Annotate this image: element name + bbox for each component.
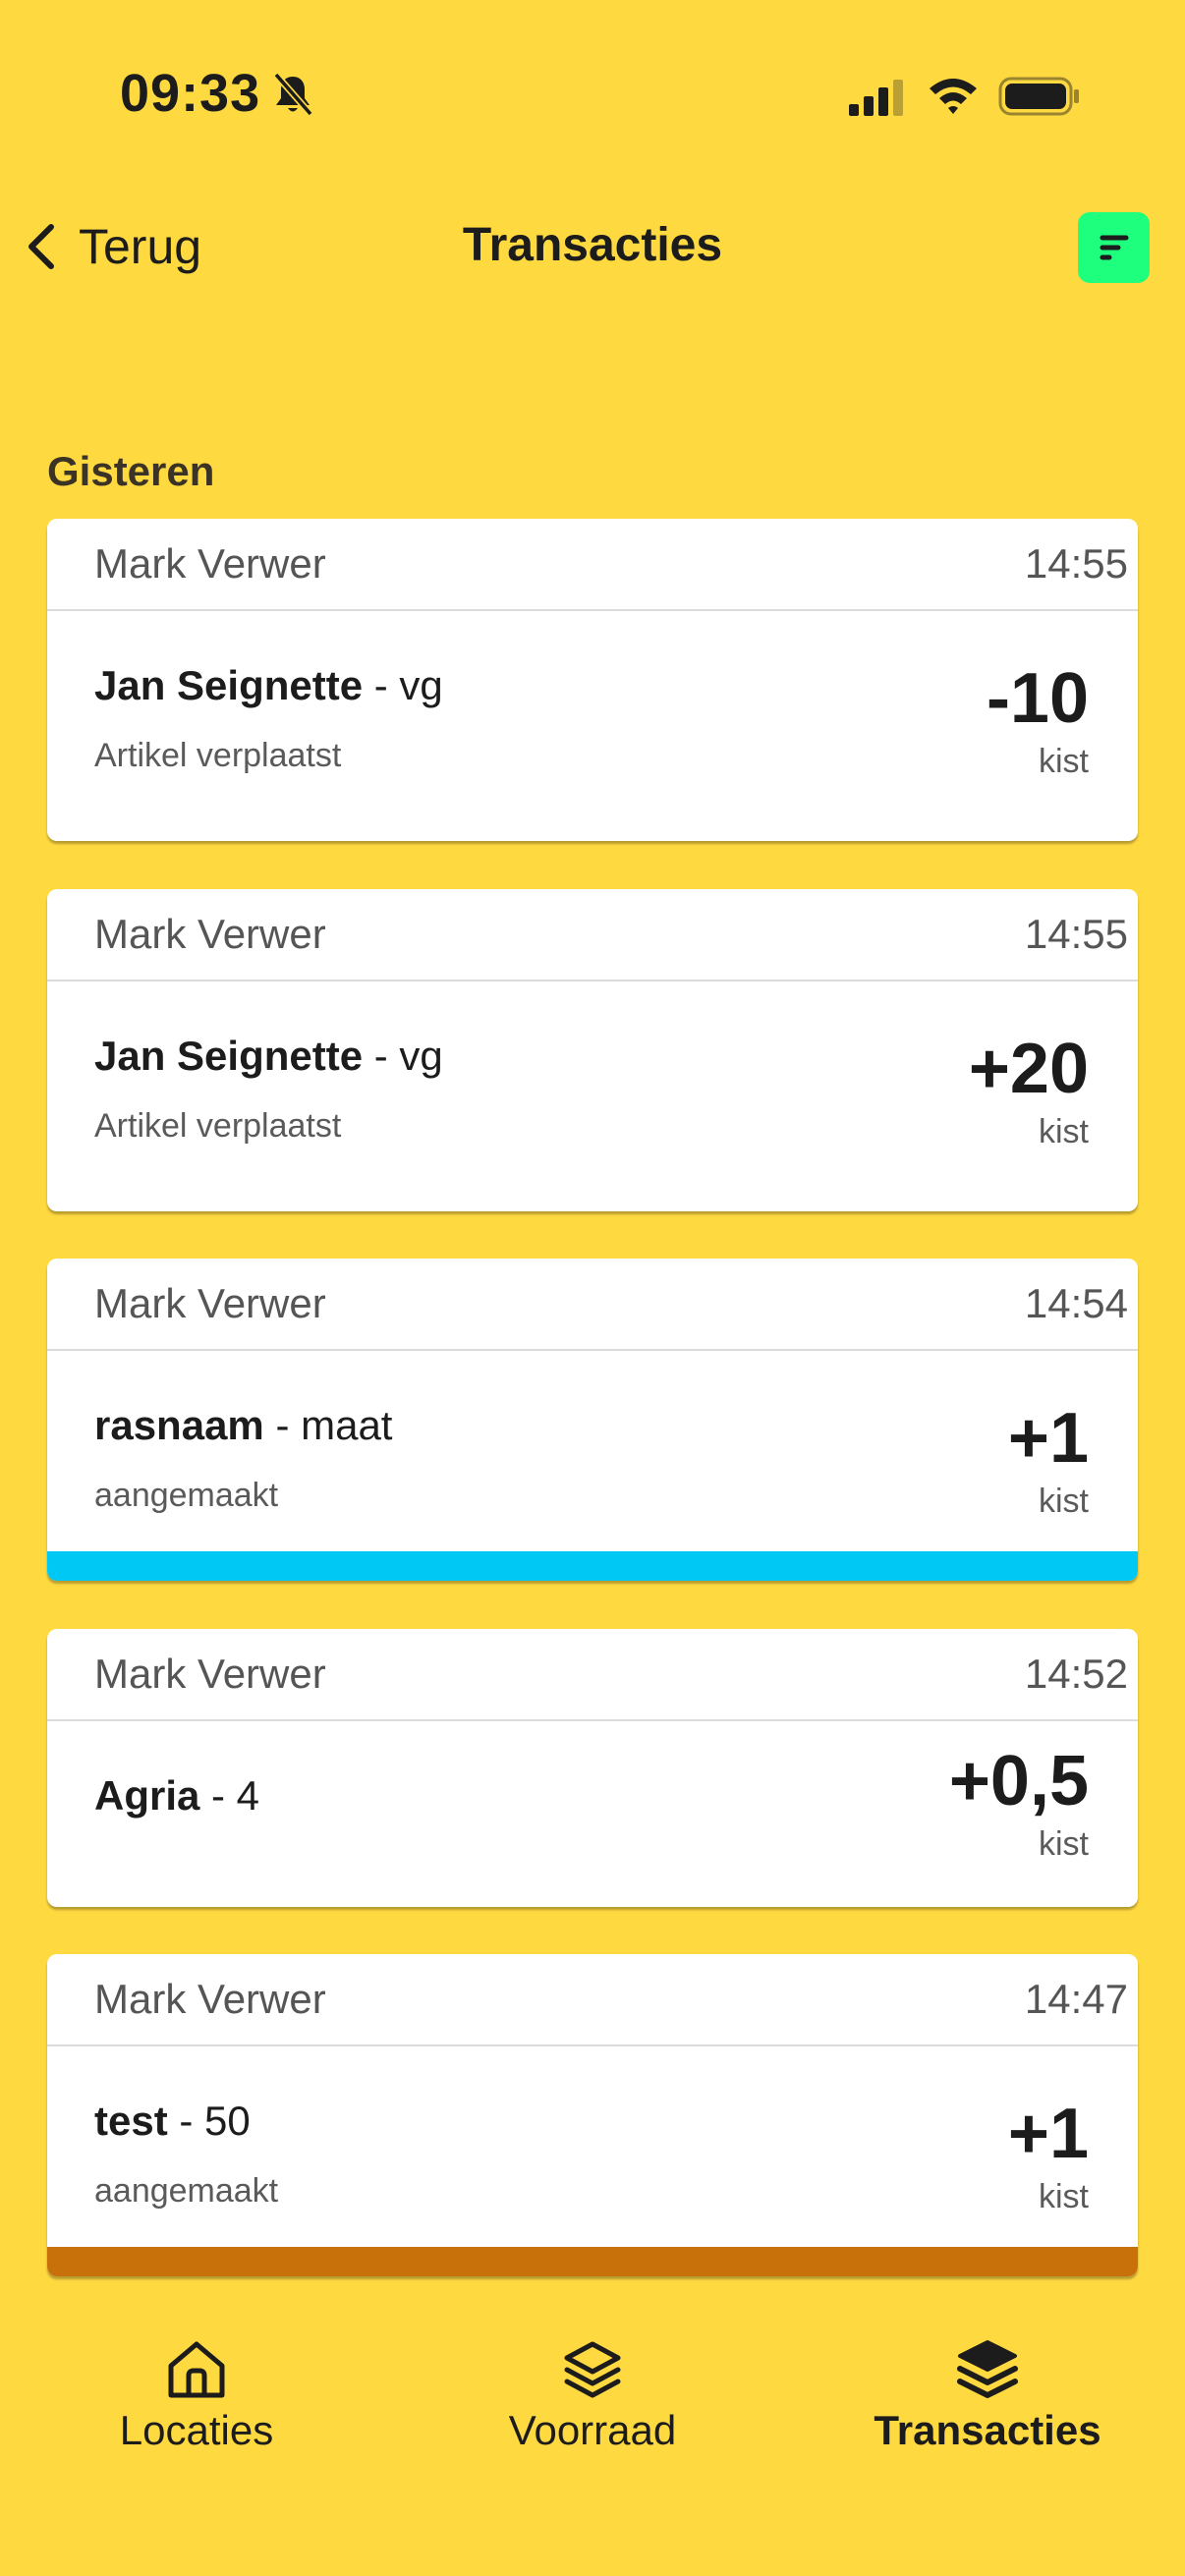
- card-amount: -10: [986, 659, 1089, 738]
- card-header: Mark Verwer 14:47: [47, 1954, 1138, 2046]
- tab-label: Transacties: [874, 2407, 1101, 2453]
- product-variant: - 50: [179, 2098, 251, 2144]
- card-header: Mark Verwer 14:55: [47, 889, 1138, 981]
- product-variant: - maat: [275, 1402, 393, 1448]
- product-variant: - vg: [373, 1033, 443, 1079]
- transaction-card[interactable]: Mark Verwer 14:52 Agria - 4 +0,5 kist: [47, 1629, 1138, 1907]
- card-unit: kist: [1039, 2178, 1089, 2215]
- card-time: 14:55: [1024, 540, 1128, 587]
- product-name: Jan Seignette: [94, 662, 364, 708]
- card-time: 14:47: [1024, 1976, 1128, 2022]
- bell-slash-icon: [273, 72, 313, 117]
- product-name: Agria: [94, 1772, 200, 1819]
- card-product: Agria - 4: [94, 1772, 259, 1820]
- card-unit: kist: [1039, 1825, 1089, 1863]
- card-product: test - 50: [94, 2098, 251, 2145]
- transaction-card[interactable]: Mark Verwer 14:47 test - 50 aangemaakt +…: [47, 1954, 1138, 2276]
- card-user: Mark Verwer: [94, 911, 326, 957]
- card-user: Mark Verwer: [94, 1280, 326, 1326]
- card-header: Mark Verwer 14:54: [47, 1259, 1138, 1351]
- battery-icon: [998, 77, 1079, 116]
- status-bar: 09:33: [0, 0, 1185, 196]
- card-amount: +1: [1007, 1399, 1089, 1478]
- tab-locaties[interactable]: Locaties: [49, 2336, 344, 2474]
- transaction-card[interactable]: Mark Verwer 14:54 rasnaam - maat aangema…: [47, 1259, 1138, 1581]
- card-user: Mark Verwer: [94, 540, 326, 587]
- home-icon: [168, 2341, 225, 2398]
- card-time: 14:55: [1024, 911, 1128, 957]
- card-time: 14:54: [1024, 1280, 1128, 1326]
- product-variant: - vg: [373, 662, 443, 708]
- card-action: aangemaakt: [94, 1477, 279, 1514]
- card-unit: kist: [1039, 743, 1089, 780]
- wifi-icon: [930, 79, 977, 114]
- card-action: Artikel verplaatst: [94, 1107, 342, 1145]
- card-header: Mark Verwer 14:55: [47, 519, 1138, 611]
- card-product: Jan Seignette - vg: [94, 1033, 443, 1080]
- status-time: 09:33: [120, 64, 261, 123]
- card-user: Mark Verwer: [94, 1976, 326, 2022]
- layers-icon: [564, 2341, 621, 2398]
- tab-voorraad[interactable]: Voorraad: [445, 2336, 740, 2474]
- tab-label: Voorraad: [508, 2407, 677, 2453]
- card-time: 14:52: [1024, 1651, 1128, 1697]
- card-user: Mark Verwer: [94, 1651, 326, 1697]
- product-name: Jan Seignette: [94, 1033, 364, 1079]
- status-stripe: [47, 1551, 1138, 1581]
- tab-label: Locaties: [119, 2407, 274, 2453]
- card-amount: +1: [1007, 2095, 1089, 2173]
- card-amount: +20: [968, 1030, 1089, 1108]
- card-header: Mark Verwer 14:52: [47, 1629, 1138, 1721]
- card-amount: +0,5: [948, 1742, 1089, 1820]
- card-action: Artikel verplaatst: [94, 737, 342, 774]
- product-variant: - 4: [211, 1772, 260, 1819]
- card-action: aangemaakt: [94, 2172, 279, 2210]
- cellular-signal-icon: [849, 80, 903, 116]
- filter-button[interactable]: [1078, 212, 1150, 283]
- stack-icon: [957, 2340, 1018, 2398]
- section-header: Gisteren: [47, 448, 215, 494]
- card-product: rasnaam - maat: [94, 1402, 392, 1449]
- tab-transacties[interactable]: Transacties: [840, 2336, 1135, 2474]
- card-product: Jan Seignette - vg: [94, 662, 443, 709]
- product-name: rasnaam: [94, 1402, 264, 1448]
- filter-icon: [1100, 235, 1128, 260]
- back-label: Terug: [79, 219, 202, 274]
- chevron-left-icon: [28, 224, 54, 269]
- card-unit: kist: [1039, 1113, 1089, 1150]
- status-stripe: [47, 2247, 1138, 2276]
- transaction-card[interactable]: Mark Verwer 14:55 Jan Seignette - vg Art…: [47, 519, 1138, 841]
- card-unit: kist: [1039, 1483, 1089, 1520]
- back-button[interactable]: Terug: [22, 212, 201, 281]
- product-name: test: [94, 2098, 168, 2144]
- transaction-card[interactable]: Mark Verwer 14:55 Jan Seignette - vg Art…: [47, 889, 1138, 1211]
